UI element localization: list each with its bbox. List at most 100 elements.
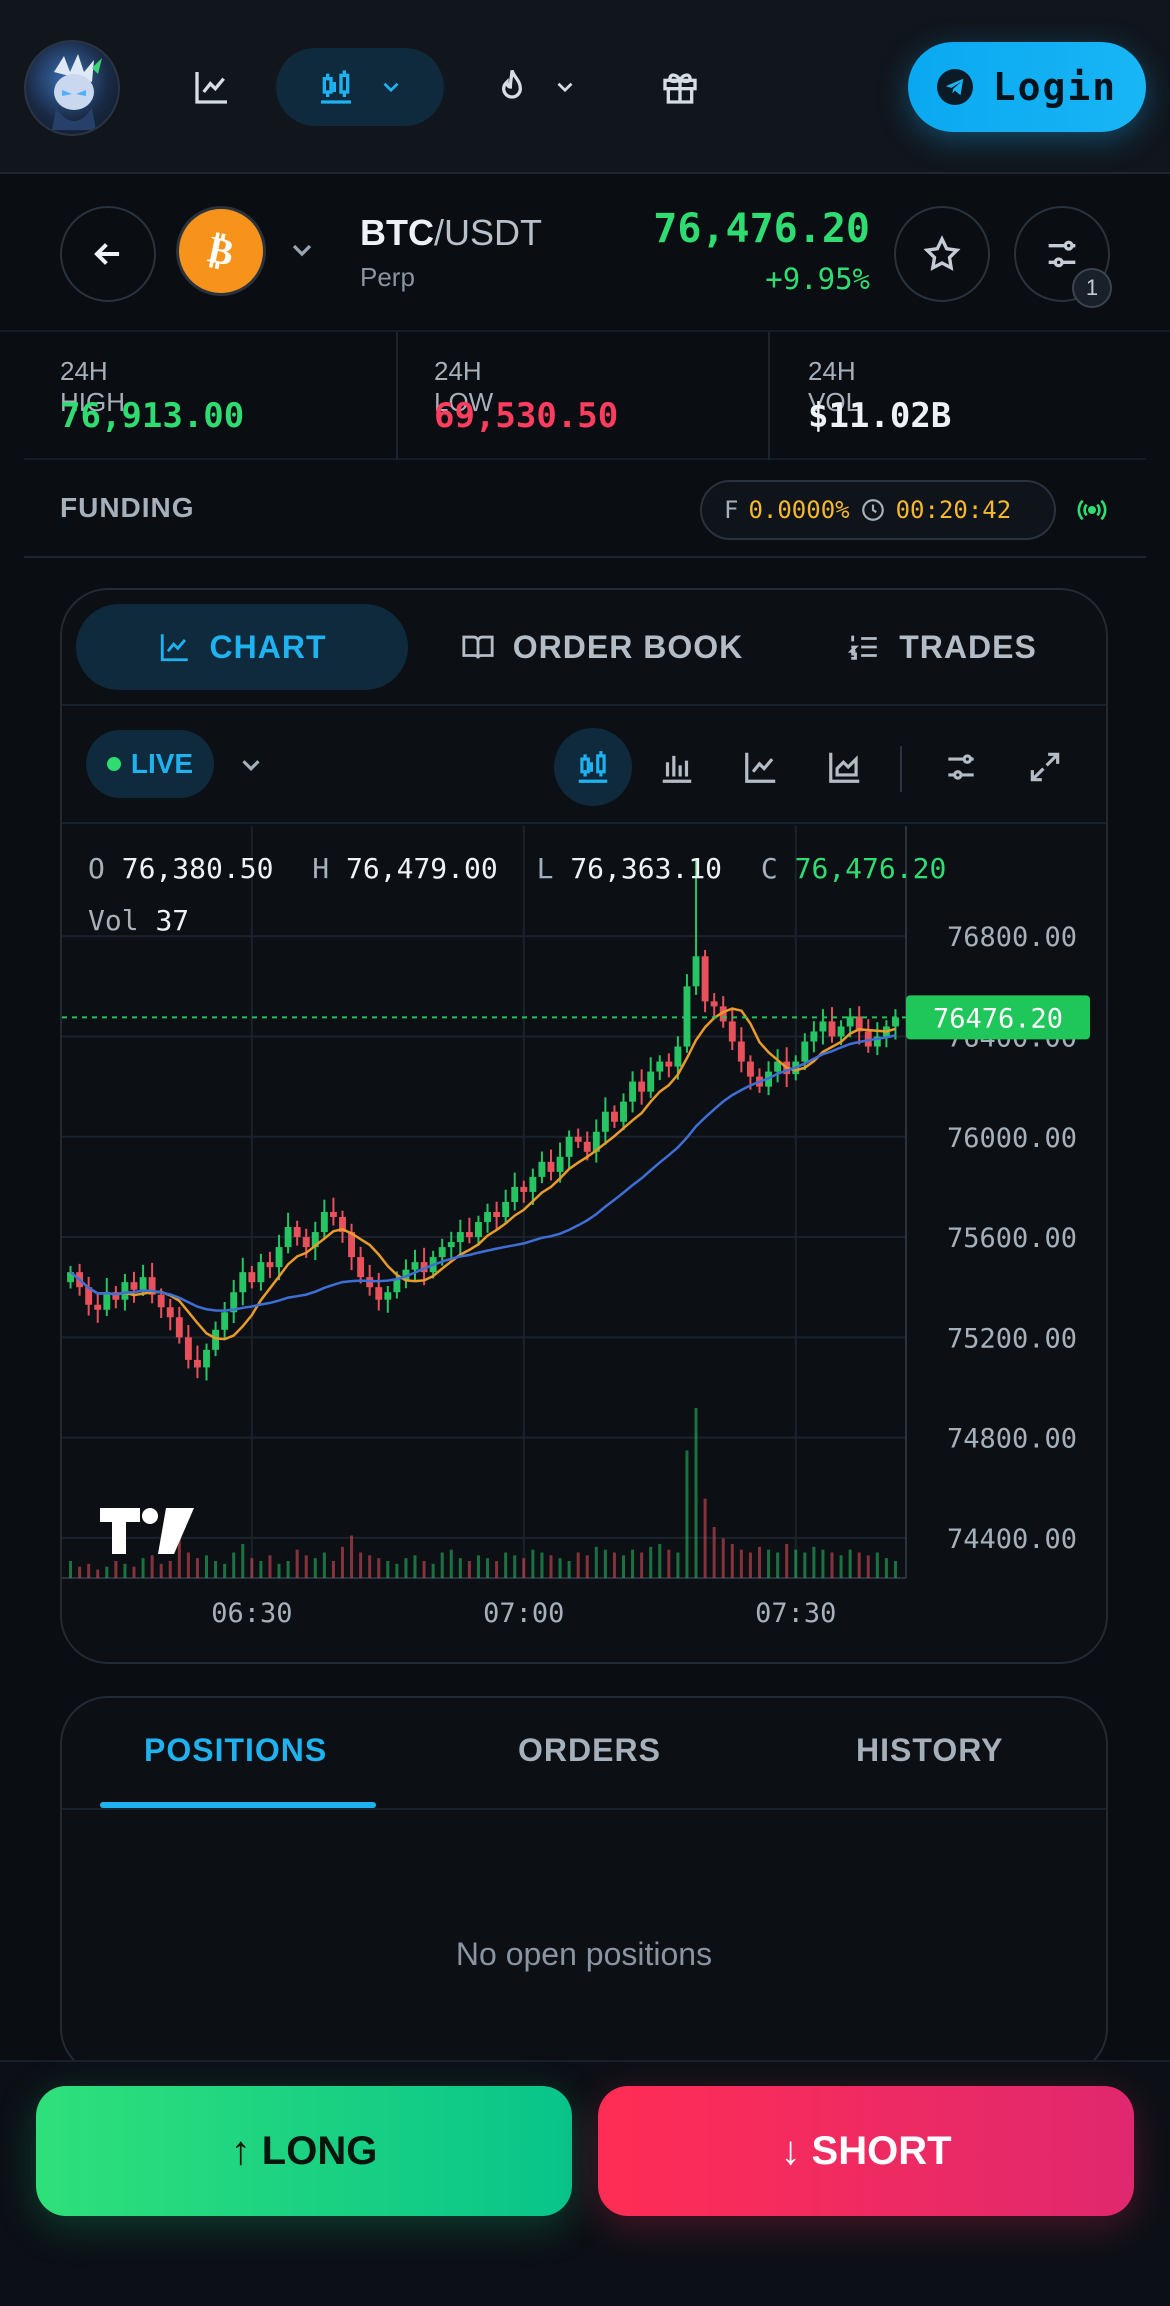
stat-low-value: 69,530.50 bbox=[434, 396, 619, 436]
candle-body bbox=[583, 1141, 591, 1152]
price-chart[interactable]: 76800.0076400.0076000.0075600.0075200.00… bbox=[62, 826, 1108, 1664]
stat-high-value: 76,913.00 bbox=[60, 396, 245, 436]
btc-coin-icon[interactable]: ₿ bbox=[176, 206, 266, 296]
indicators-tool[interactable] bbox=[922, 728, 1000, 806]
gift-icon bbox=[663, 73, 697, 104]
candlestick-icon bbox=[578, 751, 608, 783]
pair-header: ₿ BTC/USDT Perp 76,476.20 +9.95% 1 bbox=[0, 176, 1170, 332]
tab-orders[interactable]: ORDERS bbox=[518, 1732, 661, 1769]
tab-chart[interactable]: CHART bbox=[76, 604, 408, 690]
tab-order-book-label: ORDER BOOK bbox=[512, 628, 744, 665]
funding-row: FUNDING F 0.0000% 00:20:42 bbox=[24, 462, 1146, 558]
candle-body bbox=[266, 1262, 274, 1268]
nav-candlestick[interactable] bbox=[276, 48, 444, 126]
volume-bar bbox=[286, 1561, 290, 1578]
ohlc-low-label: L bbox=[536, 852, 554, 885]
interval-chevron-icon[interactable] bbox=[236, 750, 266, 780]
ohlc-close: 76,476.20 bbox=[794, 852, 947, 885]
nav-hot[interactable] bbox=[480, 48, 590, 126]
volume-bar bbox=[848, 1549, 852, 1578]
pair-selector-chevron-icon[interactable] bbox=[286, 234, 318, 266]
candle-body bbox=[194, 1359, 201, 1368]
candle-body bbox=[103, 1292, 111, 1310]
candlestick-chart[interactable]: 76800.0076400.0076000.0075600.0075200.00… bbox=[62, 826, 1108, 1664]
volume-bar bbox=[159, 1563, 163, 1578]
chart-tabs: CHART ORDER BOOK TRADES bbox=[62, 590, 1106, 706]
volume-bar bbox=[685, 1450, 689, 1578]
short-button[interactable]: ↓ SHORT bbox=[598, 2086, 1134, 2216]
area-tool[interactable] bbox=[806, 728, 884, 806]
candle-body bbox=[810, 1031, 818, 1042]
volume-bar bbox=[114, 1561, 118, 1578]
live-toggle[interactable]: LIVE bbox=[86, 730, 214, 798]
volume-bar bbox=[721, 1538, 725, 1578]
volume-bar bbox=[195, 1558, 199, 1578]
live-label: LIVE bbox=[130, 748, 194, 779]
candle-body bbox=[611, 1111, 618, 1122]
candle-body bbox=[493, 1211, 501, 1217]
volume-bar bbox=[549, 1555, 553, 1578]
candle-body bbox=[819, 1021, 827, 1032]
clock-icon bbox=[861, 499, 884, 521]
back-button[interactable] bbox=[60, 206, 156, 302]
bitcoin-icon: ₿ bbox=[204, 226, 238, 274]
funding-label: FUNDING bbox=[60, 492, 195, 523]
login-button[interactable]: Login bbox=[908, 42, 1146, 132]
price-axis-tick: 74400.00 bbox=[947, 1524, 1077, 1555]
candle-body bbox=[375, 1287, 383, 1300]
ohlc-low: 76,363.10 bbox=[570, 852, 723, 885]
fullscreen-tool[interactable] bbox=[1006, 728, 1084, 806]
candle-body bbox=[538, 1161, 546, 1177]
area-chart-icon bbox=[829, 752, 860, 783]
candles-tool[interactable] bbox=[554, 728, 632, 806]
nav-gift[interactable] bbox=[644, 48, 716, 126]
volume-label: Vol bbox=[88, 904, 139, 937]
volume-bar bbox=[821, 1549, 825, 1578]
volume-bar bbox=[331, 1561, 335, 1578]
book-open-icon bbox=[462, 635, 494, 659]
price-axis-tick: 75600.00 bbox=[947, 1223, 1077, 1254]
candle-body bbox=[302, 1237, 310, 1248]
volume-bar bbox=[168, 1561, 172, 1578]
candle-body bbox=[746, 1061, 754, 1077]
line-chart-icon bbox=[195, 72, 227, 104]
volume-bar bbox=[667, 1549, 671, 1578]
ohlc-open: 76,380.50 bbox=[121, 852, 274, 885]
profile-avatar[interactable] bbox=[24, 40, 120, 136]
volume-bar bbox=[585, 1555, 589, 1578]
volume-bar bbox=[658, 1544, 662, 1578]
candle-body bbox=[94, 1304, 102, 1310]
favorite-button[interactable] bbox=[894, 206, 990, 302]
ohlc-open-label: O bbox=[88, 852, 105, 885]
bars-tool[interactable] bbox=[638, 728, 716, 806]
candle-body bbox=[121, 1282, 129, 1300]
ohlc-close-label: C bbox=[760, 852, 778, 885]
nav-line-chart[interactable] bbox=[176, 48, 248, 126]
stat-divider bbox=[396, 332, 398, 460]
volume-bar bbox=[703, 1498, 707, 1578]
volume-bar bbox=[866, 1555, 870, 1578]
tab-history[interactable]: HISTORY bbox=[856, 1732, 1003, 1769]
live-dot bbox=[106, 757, 121, 771]
funding-pill: F 0.0000% 00:20:42 bbox=[700, 480, 1056, 540]
volume-bar bbox=[458, 1558, 462, 1578]
volume-bar bbox=[649, 1546, 653, 1578]
tab-trades[interactable]: TRADES bbox=[802, 604, 1082, 690]
sliders-icon bbox=[948, 754, 974, 780]
candle-body bbox=[529, 1176, 537, 1192]
candle-body bbox=[801, 1041, 809, 1062]
chart-toolbar: LIVE bbox=[62, 708, 1106, 824]
tab-order-book[interactable]: ORDER BOOK bbox=[442, 604, 762, 690]
long-button[interactable]: ↑ LONG bbox=[36, 2086, 572, 2216]
candle-body bbox=[701, 956, 709, 1002]
candle-body bbox=[620, 1101, 627, 1122]
line-chart-icon bbox=[160, 634, 188, 662]
current-price-label: 76476.20 bbox=[933, 1003, 1063, 1034]
candle-body bbox=[447, 1242, 455, 1248]
line-chart-icon bbox=[745, 752, 776, 783]
pair-type: Perp bbox=[360, 262, 415, 292]
tab-positions[interactable]: POSITIONS bbox=[144, 1732, 327, 1769]
line-tool[interactable] bbox=[722, 728, 800, 806]
time-axis-tick: 06:30 bbox=[211, 1598, 292, 1629]
volume-bar bbox=[730, 1544, 734, 1578]
